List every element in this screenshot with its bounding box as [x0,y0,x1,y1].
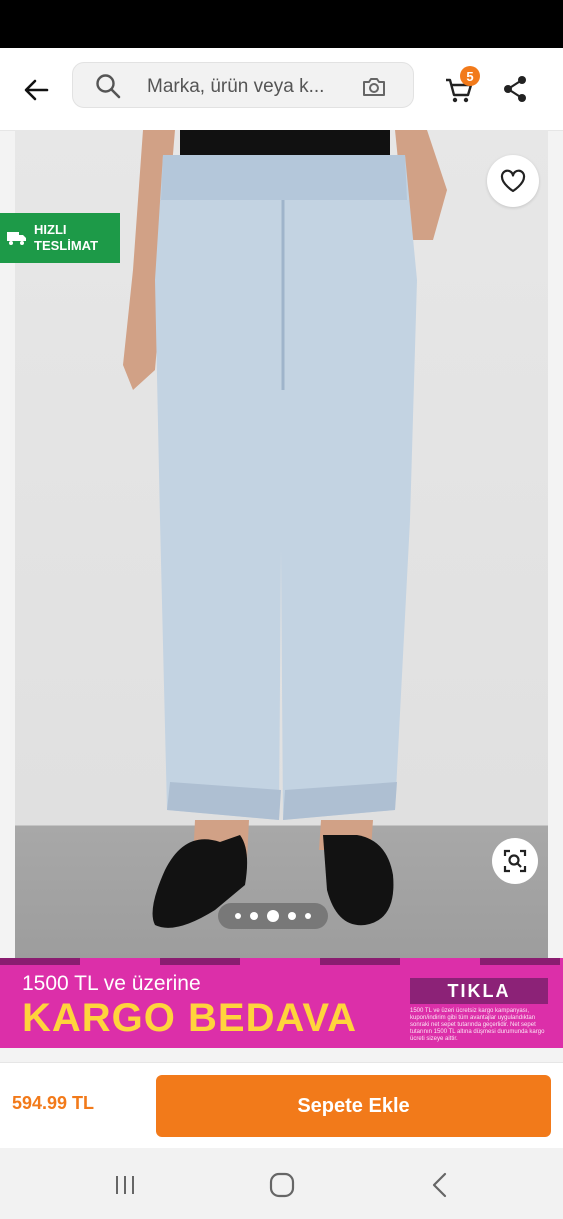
promo-cta-button[interactable]: TIKLA [410,978,548,1004]
system-navigation-bar [0,1148,563,1219]
search-input[interactable]: Marka, ürün veya k... [72,62,414,108]
product-price: 594.99 TL [12,1093,95,1113]
pagination-dot[interactable] [305,913,311,919]
status-bar [0,0,563,48]
cart-button[interactable]: 5 [442,66,482,108]
add-to-cart-button[interactable]: Sepete Ekle [156,1075,551,1137]
free-shipping-banner[interactable]: 1500 TL ve üzerine KARGO BEDAVA TIKLA 15… [0,958,563,1048]
banner-stripe [0,958,563,965]
home-icon [269,1172,295,1198]
back-icon [432,1172,447,1198]
share-button[interactable] [498,70,532,108]
back-button[interactable] [14,70,58,110]
heart-icon [500,169,526,193]
visual-search-icon [503,849,527,873]
cart-count-badge: 5 [460,66,480,86]
pagination-dot[interactable] [235,913,241,919]
truck-icon [7,232,26,245]
visual-search-button[interactable] [492,838,538,884]
top-app-bar: Marka, ürün veya k... 5 [0,48,563,131]
promo-threshold: 1500 TL ve üzerine [22,972,201,995]
search-placeholder: Marka, ürün veya k... [147,76,325,97]
recent-apps-icon [116,1176,134,1194]
pagination-dot[interactable] [250,912,258,920]
home-button[interactable] [262,1168,302,1202]
purchase-bar: 594.99 TL Sepete Ekle [0,1062,563,1149]
promo-fine-print: 1500 TL ve üzeri ücretsiz kargo kampanya… [410,1008,545,1042]
pagination-dot[interactable] [288,912,296,920]
pagination-dot-active[interactable] [267,910,279,922]
back-arrow-icon [24,79,49,101]
search-icon [96,74,121,99]
fast-delivery-label: HIZLI TESLİMAT [34,222,99,253]
promo-headline: KARGO BEDAVA [22,996,357,1040]
recent-apps-button[interactable] [105,1168,145,1202]
camera-search-icon[interactable] [361,73,387,99]
favorite-button[interactable] [487,155,539,207]
fast-delivery-badge: HIZLI TESLİMAT [0,213,120,263]
system-back-button[interactable] [420,1168,460,1202]
image-pagination[interactable] [218,903,328,929]
share-icon [504,76,526,102]
